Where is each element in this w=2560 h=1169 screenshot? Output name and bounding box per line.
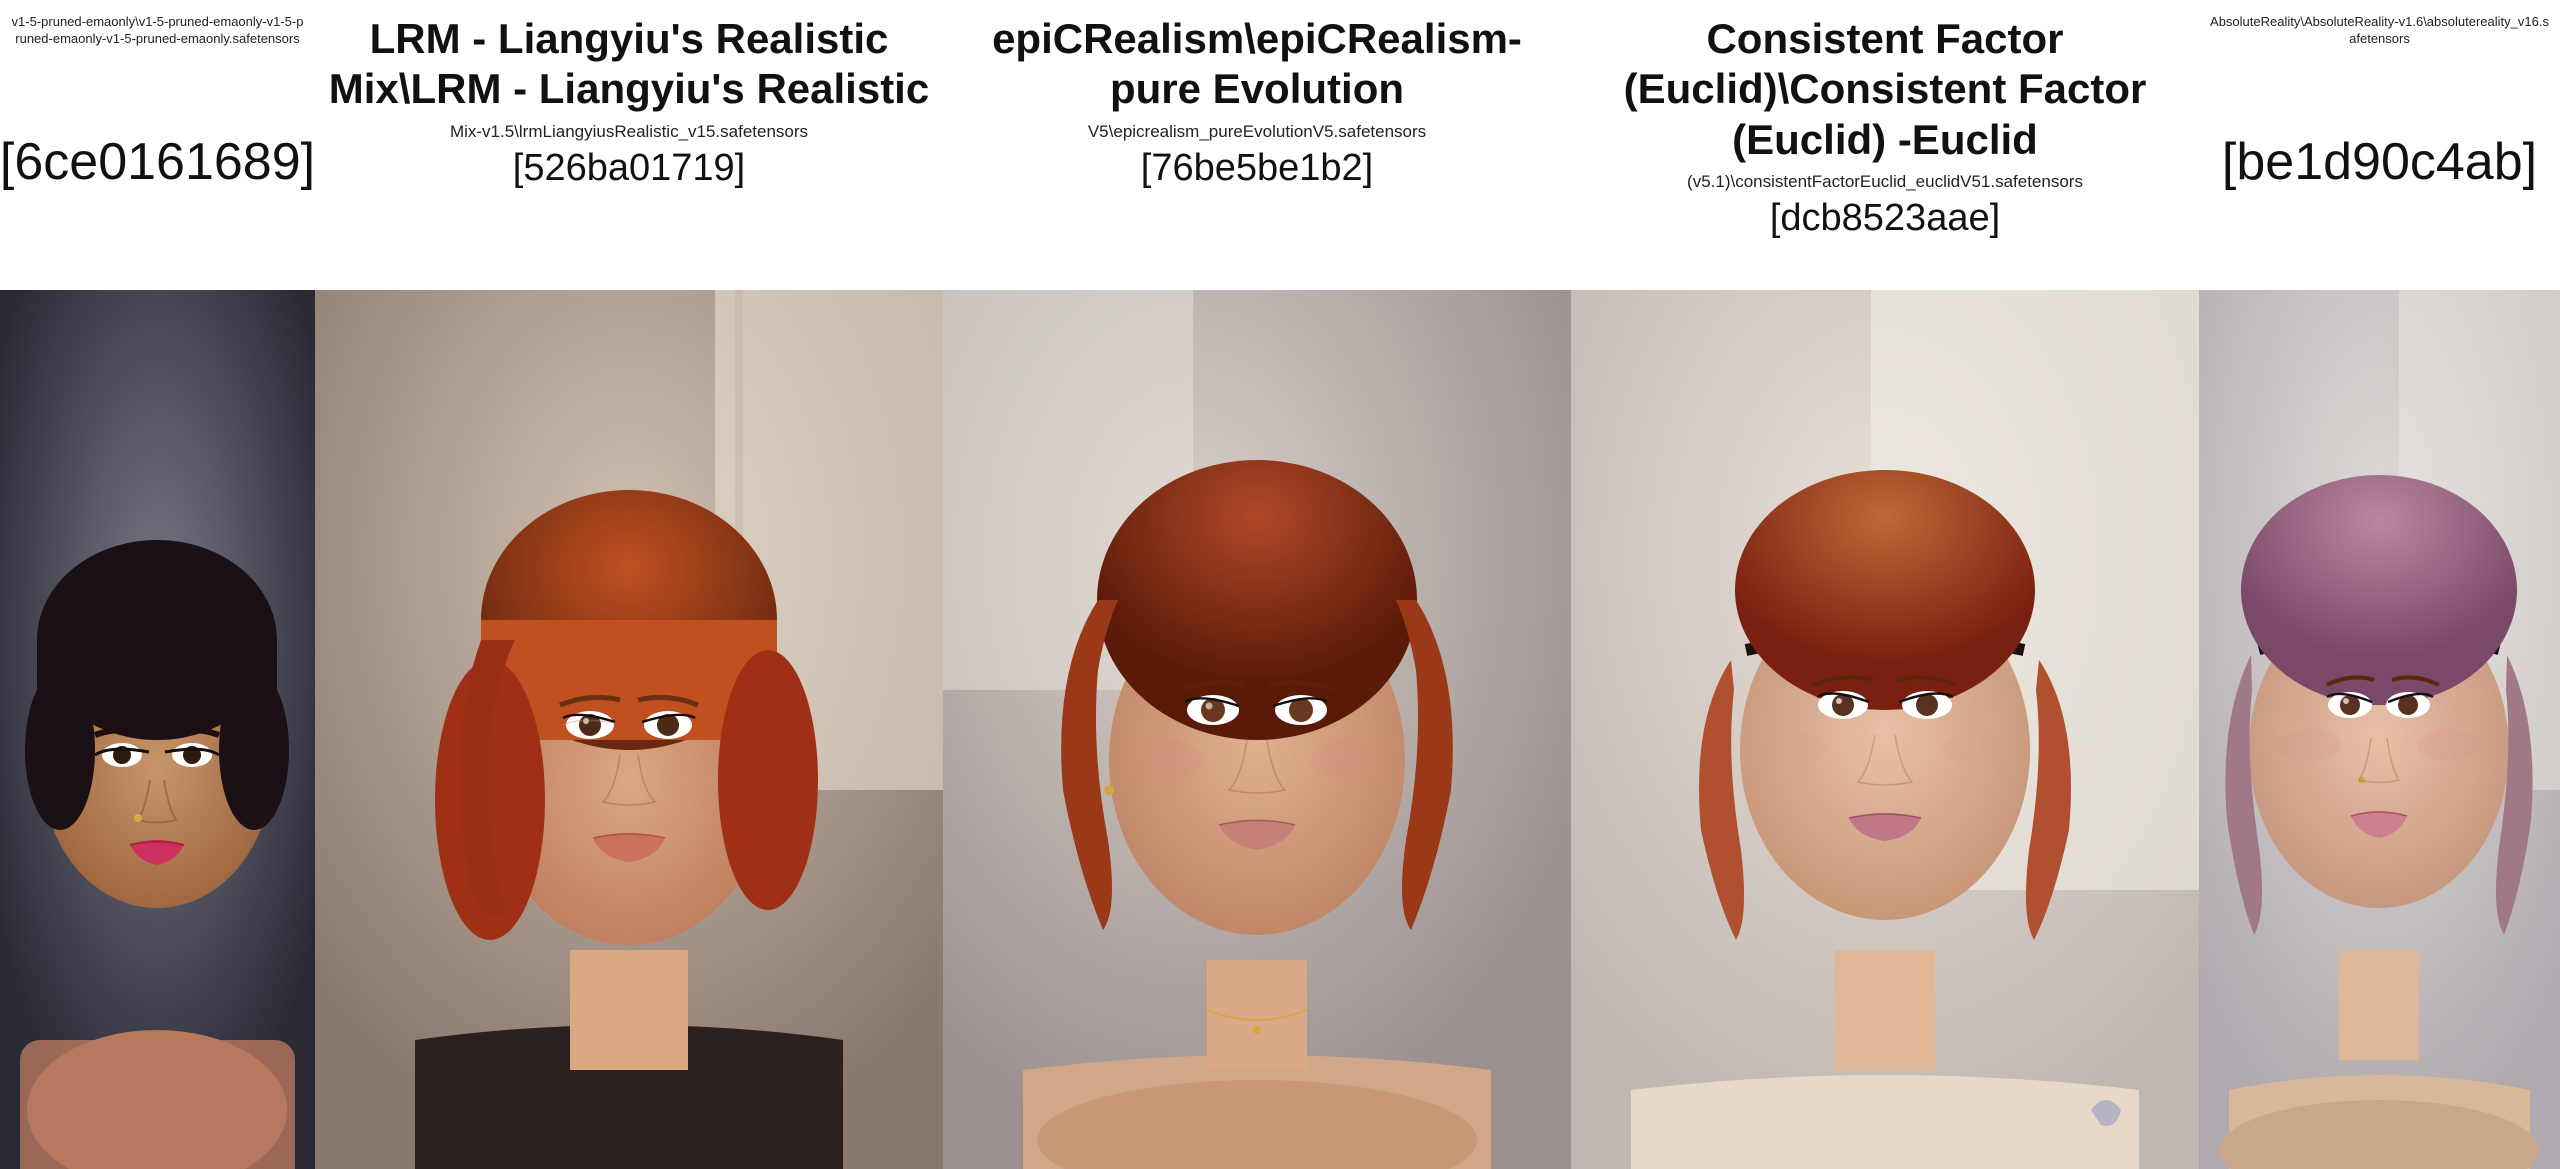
col1-model-hash: [6ce0161689] [0, 52, 315, 192]
col4-model-hash: [dcb8523aae] [1770, 197, 2000, 240]
col5-header: AbsoluteReality\AbsoluteReality-v1.6\abs… [2199, 8, 2560, 198]
col3-model-hash: [76be5be1b2] [1141, 147, 1373, 190]
col5-model-path: AbsoluteReality\AbsoluteReality-v1.6\abs… [2203, 14, 2556, 48]
col2-header: LRM - Liangyiu's Realistic Mix\LRM - Lia… [315, 8, 943, 196]
header-row: v1-5-pruned-emaonly\v1-5-pruned-emaonly-… [0, 0, 2560, 290]
col3-model-name: epiCRealism\epiCRealism-pure Evolution [947, 14, 1567, 115]
col3-model-path: V5\epicrealism_pureEvolutionV5.safetenso… [1088, 121, 1426, 143]
col5-model-hash: [be1d90c4ab] [2222, 52, 2537, 192]
col2-model-hash: [526ba01719] [513, 147, 745, 190]
col2-model-path: Mix-v1.5\lrmLiangyiusRealistic_v15.safet… [450, 121, 808, 143]
col1-header: v1-5-pruned-emaonly\v1-5-pruned-emaonly-… [0, 8, 315, 198]
image-col-1 [0, 290, 315, 1169]
col2-model-name: LRM - Liangyiu's Realistic Mix\LRM - Lia… [319, 14, 939, 115]
image-col-3 [943, 290, 1571, 1169]
col1-model-path: v1-5-pruned-emaonly\v1-5-pruned-emaonly-… [4, 14, 311, 48]
col3-header: epiCRealism\epiCRealism-pure Evolution V… [943, 8, 1571, 196]
col4-header: Consistent Factor (Euclid)\Consistent Fa… [1571, 8, 2199, 246]
image-col-5 [2199, 290, 2560, 1169]
image-col-4 [1571, 290, 2199, 1169]
image-col-2 [315, 290, 943, 1169]
col4-model-path: (v5.1)\consistentFactorEuclid_euclidV51.… [1687, 171, 2083, 193]
col4-model-name: Consistent Factor (Euclid)\Consistent Fa… [1575, 14, 2195, 165]
images-row [0, 290, 2560, 1169]
